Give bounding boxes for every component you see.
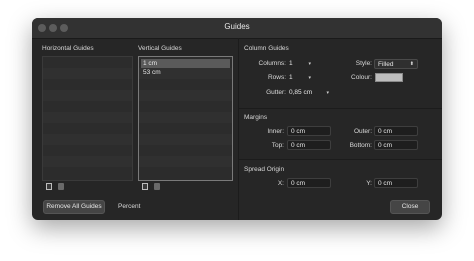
vertical-guide-item[interactable]: 1 cm	[141, 59, 230, 68]
trash-icon[interactable]	[154, 183, 160, 190]
vertical-guides-header: Vertical Guides	[138, 45, 182, 52]
section-divider	[239, 108, 442, 109]
vertical-guide-item[interactable]: 53 cm	[141, 68, 230, 77]
stepper-icon: ⬍	[409, 61, 414, 67]
column-guides-header: Column Guides	[244, 45, 289, 52]
bottom-label: Bottom:	[349, 142, 372, 149]
percent-label[interactable]: Percent	[118, 203, 140, 210]
y-label: Y:	[366, 180, 372, 187]
add-document-icon[interactable]	[142, 183, 148, 190]
gutter-dropdown[interactable]: 0,85 cm ▾	[289, 88, 331, 98]
chevron-down-icon: ▾	[308, 75, 311, 81]
close-button[interactable]: Close	[390, 200, 430, 214]
columns-label: Columns:	[258, 60, 286, 67]
window-title: Guides	[224, 22, 250, 31]
section-divider	[239, 159, 442, 160]
title-bar: Guides	[32, 18, 442, 39]
remove-all-guides-button[interactable]: Remove All Guides	[43, 200, 105, 214]
inner-label: Inner:	[267, 128, 284, 135]
add-document-icon[interactable]	[46, 183, 52, 190]
colour-label: Colour:	[351, 74, 372, 81]
rows-label: Rows:	[267, 74, 286, 81]
style-label: Style:	[355, 60, 372, 67]
columns-dropdown[interactable]: 1 ▾	[289, 59, 313, 69]
inner-margin-field[interactable]: 0 cm	[287, 126, 331, 136]
guides-dialog: Guides Horizontal Guides Vertical Guides…	[32, 18, 442, 220]
x-label: X:	[277, 180, 284, 187]
horizontal-guides-list[interactable]	[42, 56, 133, 181]
margins-header: Margins	[244, 114, 268, 121]
style-value: Filled	[378, 61, 394, 68]
outer-label: Outer:	[353, 128, 372, 135]
origin-y-field[interactable]: 0 cm	[374, 178, 418, 188]
chevron-down-icon: ▾	[308, 61, 311, 67]
top-margin-field[interactable]: 0 cm	[287, 140, 331, 150]
spread-origin-header: Spread Origin	[244, 166, 285, 173]
origin-x-field[interactable]: 0 cm	[287, 178, 331, 188]
gutter-value: 0,85 cm	[289, 89, 313, 96]
horizontal-guides-header: Horizontal Guides	[42, 45, 94, 52]
rows-dropdown[interactable]: 1 ▾	[289, 73, 313, 83]
bottom-margin-field[interactable]: 0 cm	[374, 140, 418, 150]
style-dropdown[interactable]: Filled ⬍	[374, 59, 418, 69]
columns-value: 1	[289, 60, 293, 67]
colour-swatch[interactable]	[375, 73, 403, 82]
gutter-label: Gutter:	[266, 89, 286, 96]
top-label: Top:	[271, 142, 284, 149]
rows-value: 1	[289, 74, 293, 81]
vertical-guides-list[interactable]: 1 cm 53 cm	[138, 56, 233, 181]
chevron-down-icon: ▾	[326, 90, 329, 96]
trash-icon[interactable]	[58, 183, 64, 190]
outer-margin-field[interactable]: 0 cm	[374, 126, 418, 136]
panel-divider	[238, 38, 239, 220]
